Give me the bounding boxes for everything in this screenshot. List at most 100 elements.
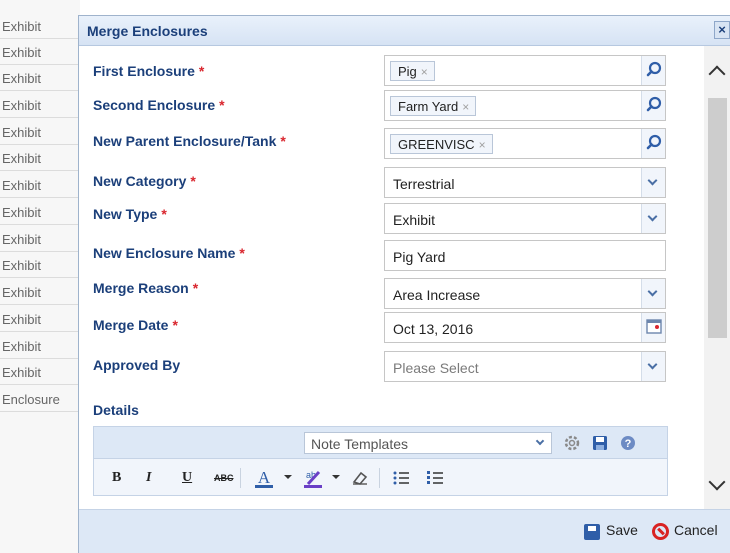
background-list: Exhibit Exhibit Exhibit Exhibit Exhibit Exhib… bbox=[0, 0, 80, 553]
dialog-header: Merge Enclosures × bbox=[79, 16, 730, 46]
chevron-down-icon bbox=[647, 211, 658, 222]
save-icon bbox=[584, 524, 600, 540]
dialog-footer: Save Cancel bbox=[79, 509, 730, 553]
bulleted-list-icon bbox=[393, 471, 409, 485]
screen: Exhibit Exhibit Exhibit Exhibit Exhibit Exhib… bbox=[0, 0, 730, 553]
dialog-title: Merge Enclosures bbox=[87, 23, 208, 39]
chevron-down-icon bbox=[647, 359, 658, 370]
remove-token-icon[interactable]: × bbox=[479, 138, 486, 152]
background-list-row[interactable]: Exhibit bbox=[0, 92, 80, 118]
background-list-row[interactable]: Exhibit bbox=[0, 252, 80, 278]
close-button[interactable]: × bbox=[714, 21, 730, 39]
editor-header: Note Templates ? bbox=[94, 427, 667, 459]
font-color-icon: A bbox=[255, 468, 273, 488]
dialog-scrollbar[interactable] bbox=[704, 46, 730, 524]
new-enclosure-name-label: New Enclosure Name * bbox=[93, 245, 245, 261]
second-enclosure-field[interactable]: Farm Yard × bbox=[384, 90, 666, 121]
select-placeholder: Please Select bbox=[393, 360, 479, 376]
background-list-row[interactable]: Exhibit bbox=[0, 306, 80, 332]
underline-button[interactable]: U bbox=[182, 466, 192, 490]
italic-button[interactable]: I bbox=[146, 466, 151, 490]
chevron-down-icon bbox=[647, 286, 658, 297]
dropdown-button[interactable] bbox=[641, 168, 665, 197]
bold-button[interactable]: B bbox=[112, 466, 121, 490]
save-button[interactable]: Save bbox=[584, 522, 638, 542]
background-list-row[interactable]: Enclosure bbox=[0, 386, 80, 412]
chevron-down-icon bbox=[535, 436, 545, 446]
remove-token-icon[interactable]: × bbox=[462, 100, 469, 114]
new-type-select[interactable]: Exhibit bbox=[384, 203, 666, 234]
new-enclosure-name-input[interactable]: Pig Yard bbox=[384, 240, 666, 271]
merge-enclosures-dialog: Merge Enclosures × First Enclosure * Pig ×… bbox=[78, 15, 730, 553]
background-list-row[interactable]: Exhibit bbox=[0, 119, 80, 145]
note-templates-select[interactable]: Note Templates bbox=[304, 432, 552, 454]
background-list-row[interactable]: Exhibit bbox=[0, 279, 80, 305]
scroll-thumb[interactable] bbox=[708, 98, 727, 338]
search-button[interactable] bbox=[641, 91, 665, 120]
calendar-icon bbox=[646, 319, 662, 334]
selected-value: Exhibit bbox=[393, 212, 436, 228]
first-enclosure-field[interactable]: Pig × bbox=[384, 55, 666, 86]
details-editor[interactable]: Note Templates ? B I U ABC A ab bbox=[93, 426, 668, 496]
cancel-label: Cancel bbox=[674, 522, 718, 538]
eraser-icon bbox=[352, 471, 368, 485]
search-icon bbox=[646, 134, 662, 150]
strikethrough-button[interactable]: ABC bbox=[214, 466, 234, 490]
chevron-down-icon bbox=[647, 175, 658, 186]
merge-date-label: Merge Date * bbox=[93, 317, 178, 333]
selected-value: Terrestrial bbox=[393, 176, 455, 192]
help-icon[interactable]: ? bbox=[618, 433, 638, 453]
scroll-up-icon[interactable] bbox=[708, 65, 726, 83]
dropdown-button[interactable] bbox=[641, 204, 665, 233]
font-color-button[interactable]: A bbox=[253, 466, 275, 490]
new-category-label: New Category * bbox=[93, 173, 196, 189]
approved-by-label: Approved By bbox=[93, 357, 181, 373]
editor-toolbar: B I U ABC A ab bbox=[94, 459, 667, 495]
approved-by-select[interactable]: Please Select bbox=[384, 351, 666, 382]
background-list-row[interactable]: Exhibit bbox=[0, 13, 80, 39]
remove-token-icon[interactable]: × bbox=[421, 65, 428, 79]
background-list-row[interactable]: Exhibit bbox=[0, 172, 80, 198]
highlight-dropdown-icon[interactable] bbox=[332, 475, 340, 479]
cancel-icon bbox=[652, 523, 669, 540]
merge-date-input[interactable]: Oct 13, 2016 bbox=[384, 312, 666, 343]
background-list-row[interactable]: Exhibit bbox=[0, 199, 80, 225]
details-label: Details bbox=[93, 402, 139, 418]
new-parent-label: New Parent Enclosure/Tank * bbox=[93, 133, 286, 149]
search-button[interactable] bbox=[641, 56, 665, 85]
cancel-button[interactable]: Cancel bbox=[652, 522, 718, 542]
new-category-select[interactable]: Terrestrial bbox=[384, 167, 666, 198]
second-enclosure-label: Second Enclosure * bbox=[93, 97, 225, 113]
enclosure-token: Farm Yard × bbox=[390, 96, 477, 116]
date-picker-button[interactable] bbox=[641, 313, 665, 342]
search-button[interactable] bbox=[641, 129, 665, 158]
dropdown-button[interactable] bbox=[531, 433, 551, 453]
merge-reason-select[interactable]: Area Increase bbox=[384, 278, 666, 309]
svg-text:?: ? bbox=[625, 438, 632, 450]
dropdown-button[interactable] bbox=[641, 279, 665, 308]
search-icon bbox=[646, 61, 662, 77]
numbered-list-icon bbox=[427, 471, 443, 484]
enclosure-token: Pig × bbox=[390, 61, 435, 81]
settings-icon[interactable] bbox=[562, 433, 582, 453]
background-list-row[interactable]: Exhibit bbox=[0, 65, 80, 91]
numbered-list-button[interactable] bbox=[424, 466, 446, 490]
toolbar-separator bbox=[379, 468, 380, 488]
font-color-dropdown-icon[interactable] bbox=[284, 475, 292, 479]
highlight-button[interactable]: ab bbox=[302, 466, 324, 490]
new-type-label: New Type * bbox=[93, 206, 167, 222]
bulleted-list-button[interactable] bbox=[390, 466, 412, 490]
background-list-row[interactable]: Exhibit bbox=[0, 226, 80, 252]
save-icon[interactable] bbox=[590, 433, 610, 453]
new-parent-field[interactable]: GREENVISC × bbox=[384, 128, 666, 159]
svg-text:A: A bbox=[258, 468, 271, 487]
background-list-row[interactable]: Exhibit bbox=[0, 359, 80, 385]
background-list-row[interactable]: Exhibit bbox=[0, 145, 80, 171]
background-list-row[interactable]: Exhibit bbox=[0, 333, 80, 359]
enclosure-token: GREENVISC × bbox=[390, 134, 493, 154]
scroll-down-icon[interactable] bbox=[708, 473, 726, 491]
background-list-row[interactable]: Exhibit bbox=[0, 39, 80, 65]
clear-format-button[interactable] bbox=[349, 466, 371, 490]
dropdown-button[interactable] bbox=[641, 352, 665, 381]
search-icon bbox=[646, 96, 662, 112]
